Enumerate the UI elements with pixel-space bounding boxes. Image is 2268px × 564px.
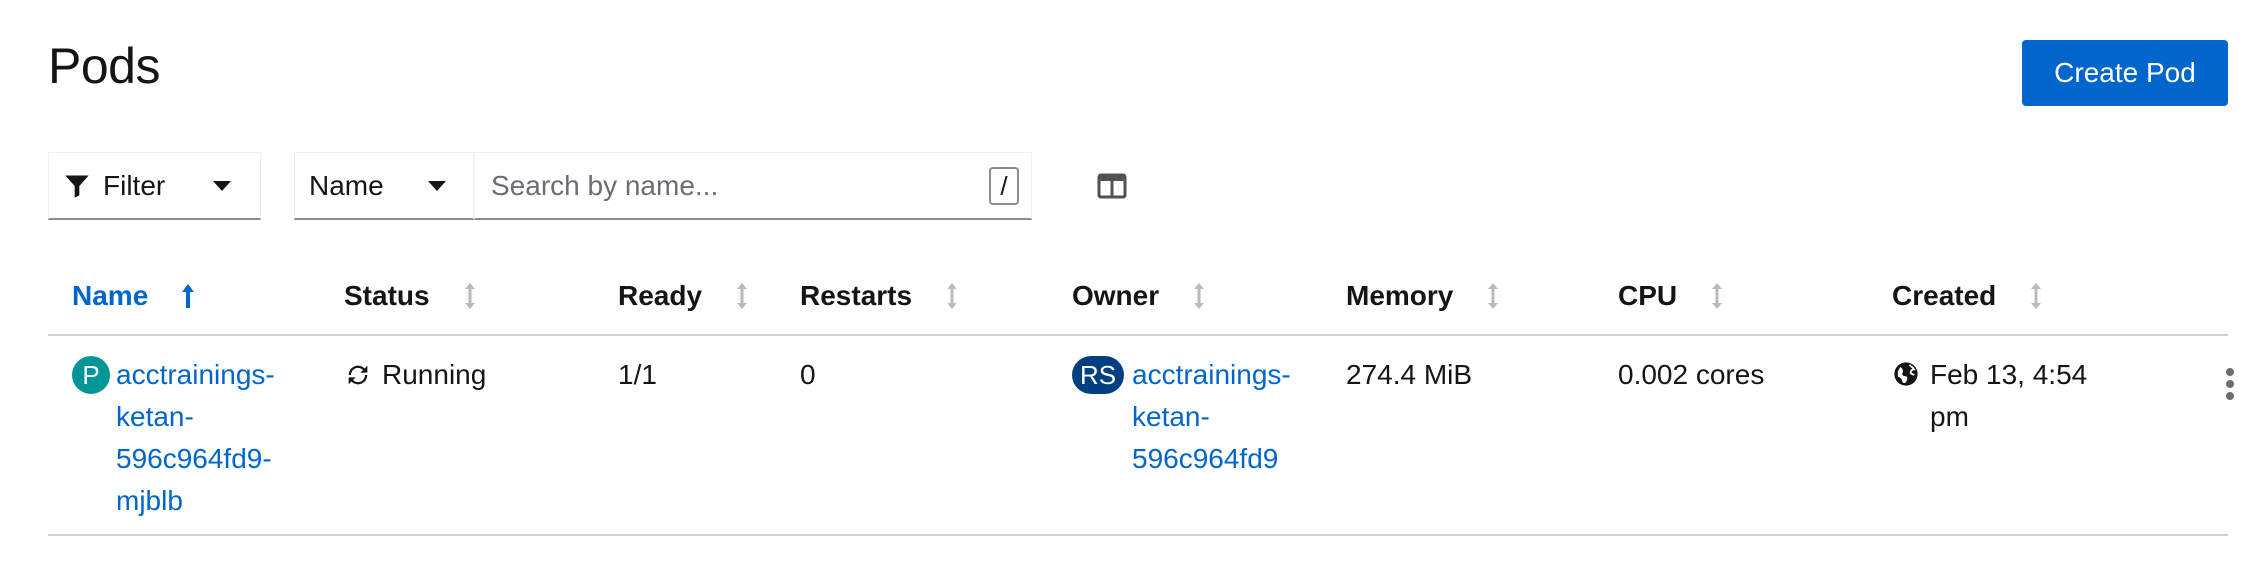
column-header-cpu[interactable]: CPU [1618,280,1727,312]
sort-icon [2031,283,2042,309]
created-date: Feb 13, 4:54 [1930,359,2088,390]
name-select-label: Name [309,169,384,201]
owner-cell: RS acctrainings- ketan- 596c964fd9 [1072,354,1291,480]
created-cell: Feb 13, 4:54 pm [1892,354,2087,438]
globe-icon [1894,362,1918,386]
pod-name-cell: P acctrainings- ketan- 596c964fd9- mjblb [72,354,275,522]
sort-icon [1712,283,1723,309]
column-header-ready[interactable]: Ready [618,280,752,312]
column-header-created[interactable]: Created [1892,280,2046,312]
owner-link[interactable]: acctrainings- ketan- 596c964fd9 [1132,354,1291,480]
sort-asc-icon [182,284,195,308]
kebab-icon[interactable] [2224,364,2236,404]
sort-icon [464,283,475,309]
caret-down-icon [213,180,232,191]
column-header-restarts[interactable]: Restarts [800,280,962,312]
search-box: / [474,152,1032,220]
ready-cell: 1/1 [618,359,657,390]
toolbar: Filter [48,152,261,220]
sort-icon [737,283,748,309]
column-header-status[interactable]: Status [344,280,480,312]
keyboard-shortcut-hint: / [989,167,1019,205]
pod-name-link[interactable]: acctrainings- ketan- 596c964fd9- mjblb [116,354,275,522]
pod-badge: P [72,356,110,394]
status-text: Running [382,359,487,390]
created-time: pm [1930,401,1969,432]
sort-icon [1488,283,1499,309]
sync-icon [348,365,368,385]
page-title: Pods [48,38,160,94]
table-row: P acctrainings- ketan- 596c964fd9- mjblb… [48,336,2234,536]
sort-icon [947,283,958,309]
create-pod-button[interactable]: Create Pod [2022,40,2228,106]
caret-down-icon [427,180,446,191]
filter-icon [65,175,89,198]
column-header-owner[interactable]: Owner [1072,280,1209,312]
column-header-name[interactable]: Name [72,280,198,312]
restarts-cell: 0 [800,359,816,390]
column-header-memory[interactable]: Memory [1346,280,1503,312]
memory-cell: 274.4 MiB [1346,359,1473,390]
status-cell: Running [344,354,486,396]
search-input[interactable] [475,169,975,202]
name-filter-select[interactable]: Name [294,152,474,220]
replicaset-badge: RS [1072,356,1124,394]
filter-toggle[interactable]: Filter [48,152,261,220]
sort-icon [1194,283,1205,309]
cpu-cell: 0.002 cores [1618,359,1765,390]
table-header: Name Status Ready Restarts Owner Memory … [48,270,2228,336]
filter-label: Filter [103,169,166,201]
columns-icon[interactable] [1096,170,1128,202]
